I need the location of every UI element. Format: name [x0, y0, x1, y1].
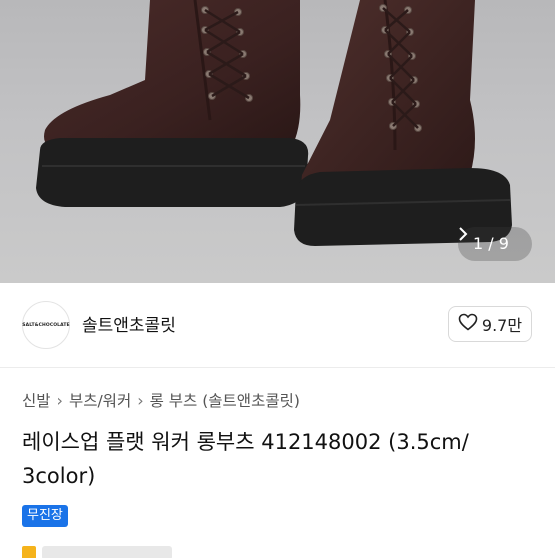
pager-separator: / — [488, 234, 494, 253]
like-count: 9.7만 — [481, 316, 523, 335]
shipping-badge: 무진장 — [22, 505, 68, 527]
left-boot — [36, 0, 309, 207]
star-icon — [22, 546, 36, 558]
chevron-right-icon: › — [137, 390, 144, 410]
right-boot — [294, 0, 512, 246]
heart-icon — [458, 313, 478, 335]
product-image-gallery[interactable]: 1 / 9 — [0, 0, 555, 283]
seller-name[interactable]: 솔트앤초콜릿 — [82, 311, 176, 336]
rating-row-peek — [22, 546, 172, 558]
breadcrumb-item-long-boots[interactable]: 롱 부츠 (솔트앤초콜릿) — [150, 389, 300, 411]
seller-row[interactable]: SALT&CHOCOLATE 솔트앤초콜릿 9.7만 — [0, 283, 555, 368]
product-title: 레이스업 플랫 워커 롱부츠 412148002 (3.5cm/ 3color) — [22, 430, 469, 488]
chevron-right-icon: › — [56, 390, 63, 410]
pager-total: 9 — [498, 234, 509, 253]
breadcrumb-item-boots-worker[interactable]: 부츠/워커 — [69, 389, 131, 411]
rating-text-placeholder — [42, 546, 172, 558]
like-button[interactable]: 9.7만 — [448, 306, 532, 342]
seller-logo-text: SALT&CHOCOLATE — [22, 322, 70, 328]
seller-logo[interactable]: SALT&CHOCOLATE — [22, 301, 70, 349]
pager-current: 1 — [473, 234, 484, 253]
breadcrumb-item-shoes[interactable]: 신발 — [22, 389, 51, 411]
image-pager[interactable]: 1 / 9 — [458, 227, 532, 261]
breadcrumb: 신발 › 부츠/워커 › 롱 부츠 (솔트앤초콜릿) — [22, 389, 300, 411]
